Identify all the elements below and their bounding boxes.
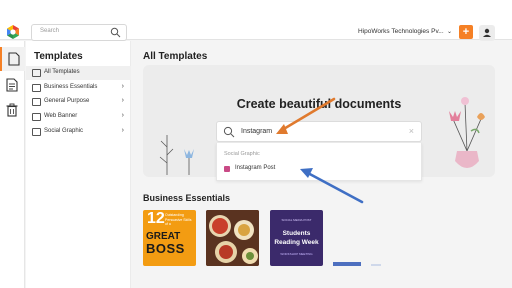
chevron-right-icon: › bbox=[121, 112, 124, 119]
card-number: 12 bbox=[147, 210, 165, 227]
sidebar-item-web-banner[interactable]: Web Banner › bbox=[26, 110, 131, 124]
template-card-food[interactable] bbox=[206, 210, 259, 266]
section-title-business-essentials: Business Essentials bbox=[143, 193, 231, 203]
chevron-right-icon: › bbox=[121, 127, 124, 134]
sidebar-item-label: All Templates bbox=[44, 69, 80, 75]
search-input[interactable]: Search bbox=[31, 24, 127, 41]
sidebar-item-label: General Purpose bbox=[44, 98, 90, 104]
templates-sidebar: Templates All Templates Business Essenti… bbox=[26, 41, 131, 288]
suggestion-instagram-post[interactable]: Instagram Post bbox=[217, 163, 421, 175]
search-icon bbox=[223, 126, 235, 138]
search-value: Instagram bbox=[241, 128, 273, 135]
rail-documents[interactable] bbox=[0, 47, 25, 71]
image-icon bbox=[32, 128, 41, 136]
app-logo[interactable] bbox=[6, 25, 20, 39]
document-icon bbox=[8, 52, 20, 66]
suggestion-group-label: Social Graphic bbox=[224, 151, 260, 157]
instagram-icon bbox=[224, 166, 230, 172]
template-search-input[interactable]: Instagram × bbox=[216, 121, 422, 142]
rail-templates[interactable] bbox=[0, 73, 25, 97]
search-icon[interactable] bbox=[110, 27, 121, 38]
sidebar-item-label: Business Essentials bbox=[44, 84, 98, 90]
card-heading: Students bbox=[282, 230, 311, 237]
sidebar-item-label: Social Graphic bbox=[44, 128, 84, 134]
sidebar-item-business-essentials[interactable]: Business Essentials › bbox=[26, 81, 131, 95]
card-tag: SOCIAL MEDIA POST bbox=[281, 218, 312, 222]
list-document-icon bbox=[6, 78, 18, 92]
sidebar-item-general-purpose[interactable]: General Purpose › bbox=[26, 95, 131, 109]
rail-trash[interactable] bbox=[0, 98, 25, 122]
top-bar: Search HipoWorks Technologies Pv... ⌄ + bbox=[0, 0, 512, 41]
template-card-partial[interactable] bbox=[371, 264, 381, 266]
template-card-partial[interactable] bbox=[333, 262, 361, 266]
app-window: Search HipoWorks Technologies Pv... ⌄ + bbox=[0, 0, 512, 288]
grid-icon bbox=[32, 69, 41, 77]
briefcase-icon bbox=[32, 84, 41, 92]
card-heading-2: BOSS bbox=[146, 241, 185, 256]
create-button[interactable]: + bbox=[459, 25, 473, 39]
user-avatar[interactable] bbox=[479, 25, 495, 41]
sidebar-item-all-templates[interactable]: All Templates bbox=[26, 66, 131, 80]
food-photo bbox=[206, 210, 259, 266]
user-icon bbox=[483, 28, 491, 37]
sidebar-item-social-graphic[interactable]: Social Graphic › bbox=[26, 125, 131, 139]
suggestion-label: Instagram Post bbox=[235, 165, 276, 171]
card-heading-2: Reading Week bbox=[274, 239, 319, 246]
clear-search-icon[interactable]: × bbox=[409, 126, 414, 136]
page-title: All Templates bbox=[143, 51, 208, 62]
sidebar-item-label: Web Banner bbox=[44, 113, 78, 119]
plant-illustration-left bbox=[159, 135, 194, 175]
sidebar-title: Templates bbox=[34, 51, 83, 62]
template-card-great-boss[interactable]: 12 Outstanding Persuasive Skills of a GR… bbox=[143, 210, 196, 266]
search-suggestions: Social Graphic Instagram Post bbox=[216, 143, 422, 181]
company-switcher[interactable]: HipoWorks Technologies Pv... bbox=[358, 28, 444, 35]
vase-illustration-right bbox=[449, 97, 485, 168]
layout-icon bbox=[32, 98, 41, 106]
banner-icon bbox=[32, 113, 41, 121]
card-meta: WORKSHOP MEETING bbox=[280, 252, 313, 256]
card-subtitle: Outstanding Persuasive Skills of a bbox=[165, 213, 192, 226]
chevron-right-icon: › bbox=[121, 83, 124, 90]
template-card-reading-week[interactable]: SOCIAL MEDIA POST Students Reading Week … bbox=[270, 210, 323, 266]
search-placeholder: Search bbox=[40, 28, 60, 34]
trash-icon bbox=[6, 103, 18, 117]
icon-rail bbox=[0, 41, 25, 288]
chevron-right-icon: › bbox=[121, 97, 124, 104]
chevron-down-icon[interactable]: ⌄ bbox=[447, 28, 452, 35]
